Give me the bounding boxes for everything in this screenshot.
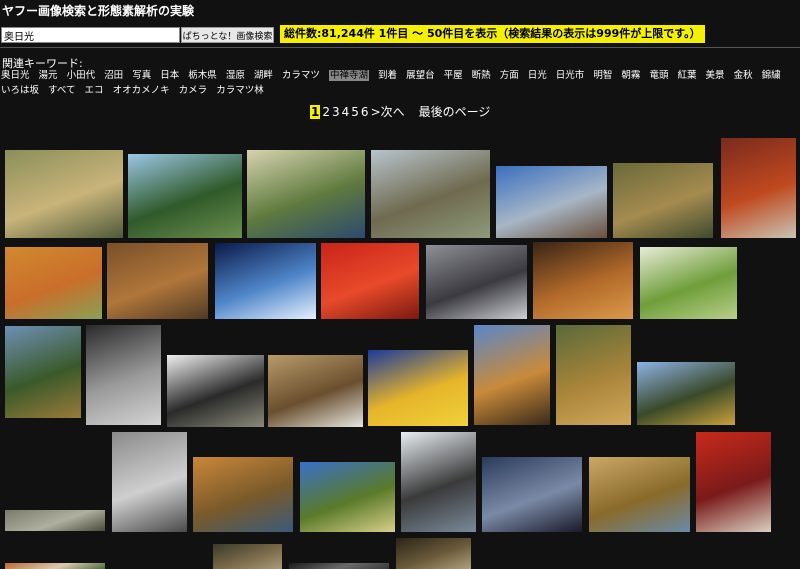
thumbnail-image[interactable]	[640, 247, 737, 319]
thumbnail-image[interactable]	[193, 457, 293, 532]
related-keywords-list: 奥日光 湯元 小田代 沼田 写真 日本 栃木県 湿原 湖畔 カラマツ 中禅寺湖 …	[1, 68, 799, 98]
thumbnail-image[interactable]	[128, 154, 242, 238]
related-keyword-link[interactable]: 断熱	[472, 70, 491, 81]
thumbnail-image[interactable]	[482, 457, 582, 532]
thumbnail-image[interactable]	[215, 243, 316, 319]
thumbnail-image[interactable]	[5, 247, 102, 319]
thumbnail-image[interactable]	[533, 242, 633, 319]
thumbnail-image[interactable]	[167, 355, 264, 427]
thumbnail-image[interactable]	[368, 350, 468, 426]
related-keyword-link[interactable]: 美景	[706, 70, 725, 81]
related-keyword-link[interactable]: 金秋	[734, 70, 753, 81]
page-link[interactable]: 2	[322, 105, 330, 119]
thumbnail-image[interactable]	[396, 538, 471, 569]
thumbnail-image[interactable]	[5, 326, 81, 418]
pagination: 1 2 3 4 5 6 >次へ 最後のページ	[310, 103, 492, 120]
thumbnail-image[interactable]	[5, 150, 123, 238]
thumbnail-image[interactable]	[589, 457, 690, 532]
page-link[interactable]: 5	[351, 105, 359, 119]
page-title: ヤフー画像検索と形態素解析の実験	[2, 4, 195, 18]
related-keyword-link[interactable]: 日光市	[556, 70, 585, 81]
thumbnail-image[interactable]	[556, 325, 631, 425]
related-keyword-link[interactable]: 明智	[593, 70, 612, 81]
thumbnail-image[interactable]	[86, 325, 161, 425]
related-keyword-link[interactable]: 栃木県	[188, 70, 217, 81]
related-keyword-link[interactable]: いろは坂	[1, 85, 39, 96]
header-divider	[0, 47, 800, 48]
related-keyword-link[interactable]: エコ	[85, 85, 104, 96]
thumbnail-image[interactable]	[107, 243, 208, 319]
thumbnail-image[interactable]	[401, 432, 476, 532]
related-keyword-link[interactable]: 湿原	[226, 70, 245, 81]
thumbnail-image[interactable]	[300, 462, 395, 532]
thumbnail-image[interactable]	[289, 563, 389, 569]
thumbnail-image[interactable]	[637, 362, 735, 425]
related-keyword-link[interactable]: すべて	[48, 85, 75, 96]
related-keyword-link[interactable]: カラマツ林	[216, 85, 264, 96]
page-link[interactable]: 4	[342, 105, 350, 119]
related-keyword-link[interactable]: カラマツ	[282, 70, 320, 81]
thumbnail-image[interactable]	[696, 432, 771, 532]
page-current: 1	[310, 105, 321, 119]
related-keyword-link[interactable]: 錦繍	[762, 70, 781, 81]
page-link[interactable]: 3	[332, 105, 340, 119]
related-keyword-link[interactable]: 竜頭	[649, 70, 668, 81]
related-keyword-link[interactable]: 紅葉	[677, 70, 696, 81]
thumbnail-image[interactable]	[496, 166, 607, 238]
thumbnail-image[interactable]	[247, 150, 365, 238]
related-keyword-link[interactable]: 小田代	[67, 70, 96, 81]
related-keyword-link[interactable]: 写真	[132, 70, 151, 81]
thumbnail-image[interactable]	[371, 150, 490, 238]
related-keyword-link[interactable]: 日光	[528, 70, 547, 81]
thumbnail-image[interactable]	[721, 138, 796, 238]
related-keyword-link[interactable]: 到着	[378, 70, 397, 81]
thumbnail-image[interactable]	[426, 245, 527, 319]
related-keyword-link[interactable]: 朝霧	[621, 70, 640, 81]
next-page-link[interactable]: >次へ	[371, 105, 405, 119]
page-link[interactable]: 6	[361, 105, 369, 119]
thumbnail-image[interactable]	[474, 325, 550, 425]
thumbnail-image[interactable]	[5, 563, 105, 569]
thumbnail-image[interactable]	[5, 510, 105, 531]
last-page-link[interactable]: 最後のページ	[419, 105, 491, 119]
related-keyword-link[interactable]: オオカメノキ	[113, 85, 170, 96]
related-keyword-link[interactable]: カメラ	[179, 85, 208, 96]
related-keyword-link[interactable]: 方面	[500, 70, 519, 81]
search-button[interactable]: ぱちっとな！画像検索	[181, 27, 274, 43]
related-keyword-link[interactable]: 奥日光	[1, 70, 30, 81]
thumbnail-image[interactable]	[268, 355, 363, 427]
search-input[interactable]	[1, 27, 180, 43]
related-keyword-link[interactable]: 湯元	[39, 70, 58, 81]
related-keyword-link[interactable]: 中禅寺湖	[328, 70, 369, 81]
related-keyword-link[interactable]: 沼田	[104, 70, 123, 81]
thumbnail-image[interactable]	[112, 432, 187, 532]
thumbnail-image[interactable]	[613, 163, 713, 238]
related-keyword-link[interactable]: 湖畔	[254, 70, 273, 81]
related-keyword-link[interactable]: 平屋	[444, 70, 463, 81]
related-keyword-link[interactable]: 展望台	[406, 70, 435, 81]
thumbnail-image[interactable]	[321, 243, 419, 319]
thumbnail-image[interactable]	[213, 544, 282, 569]
related-keyword-link[interactable]: 日本	[160, 70, 179, 81]
result-count-info: 総件数:81,244件 1件目 〜 50件目を表示（検索結果の表示は999件が上…	[280, 25, 705, 43]
